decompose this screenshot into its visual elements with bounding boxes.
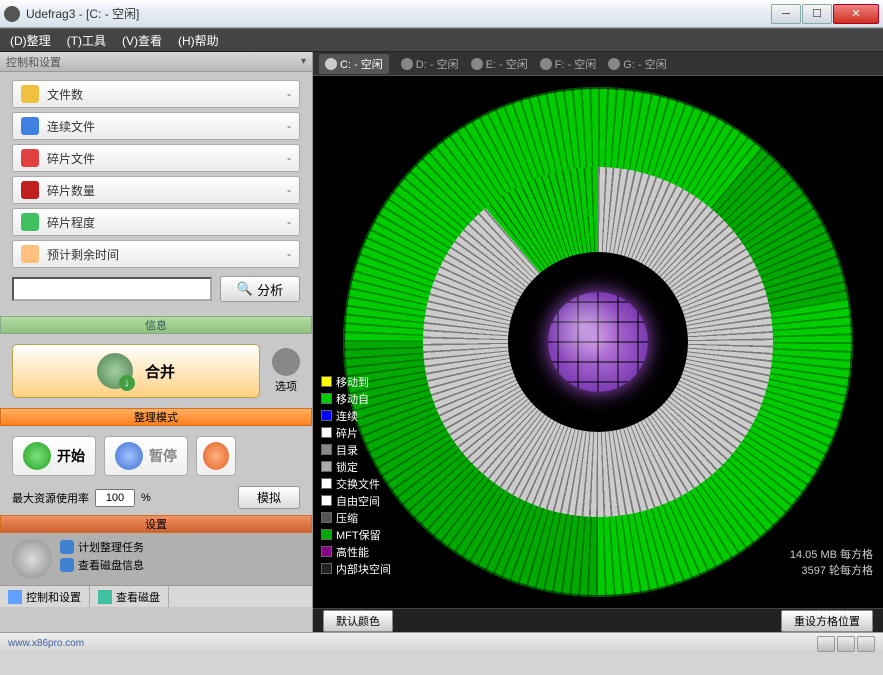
drive-icon bbox=[608, 58, 620, 70]
legend-swatch bbox=[321, 478, 332, 489]
fragfiles-icon bbox=[21, 149, 39, 167]
viewdisk-tab-icon bbox=[98, 590, 112, 604]
maximize-button[interactable]: ☐ bbox=[802, 4, 832, 24]
pause-button[interactable]: 暂停 bbox=[104, 436, 188, 476]
window-title: Udefrag3 - [C: - 空闲] bbox=[26, 5, 771, 22]
legend-swatch bbox=[321, 410, 332, 421]
legend-swatch bbox=[321, 495, 332, 506]
legend-swatch bbox=[321, 563, 332, 574]
legend-swatch bbox=[321, 546, 332, 557]
menu-help[interactable]: (H)帮助 bbox=[178, 32, 219, 49]
minimize-button[interactable]: ─ bbox=[771, 4, 801, 24]
app-icon bbox=[4, 6, 20, 22]
sidebar: 控制和设置 ▾ 文件数- 连续文件- 碎片文件- 碎片数量- 碎片程度- 预计剩… bbox=[0, 52, 313, 632]
status-icons bbox=[817, 636, 875, 652]
tab-control[interactable]: 控制和设置 bbox=[0, 586, 90, 607]
control-tab-icon bbox=[8, 590, 22, 604]
menu-tools[interactable]: (T)工具 bbox=[67, 32, 106, 49]
legend-swatch bbox=[321, 461, 332, 472]
legend-swatch bbox=[321, 427, 332, 438]
mode-section-label: 整理模式 bbox=[0, 408, 312, 426]
schedule-viewdisk[interactable]: 查看磁盘信息 bbox=[60, 557, 144, 573]
start-button[interactable]: 开始 bbox=[12, 436, 96, 476]
stat-eta[interactable]: 预计剩余时间- bbox=[12, 240, 300, 268]
main-bottom-bar: 默认颜色 重设方格位置 bbox=[313, 608, 883, 632]
files-icon bbox=[21, 85, 39, 103]
task-icon bbox=[60, 540, 74, 554]
info-section-label: 信息 bbox=[0, 316, 312, 334]
contig-icon bbox=[21, 117, 39, 135]
schedule-section: 计划整理任务 查看磁盘信息 bbox=[0, 533, 312, 585]
legend-swatch bbox=[321, 376, 332, 387]
merge-button[interactable]: 合并 bbox=[12, 344, 260, 398]
stop-button[interactable] bbox=[196, 436, 236, 476]
stat-files[interactable]: 文件数- bbox=[12, 80, 300, 108]
resource-pct: % bbox=[141, 492, 151, 504]
status-icon[interactable] bbox=[837, 636, 855, 652]
status-url[interactable]: www.x86pro.com bbox=[8, 638, 84, 649]
menu-defrag[interactable]: (D)整理 bbox=[10, 32, 51, 49]
magnifier-icon: 🔍 bbox=[237, 281, 253, 297]
stat-fraglevel[interactable]: 碎片程度- bbox=[12, 208, 300, 236]
resource-input[interactable] bbox=[95, 489, 135, 507]
panel-header[interactable]: 控制和设置 ▾ bbox=[0, 52, 312, 72]
disk-visualization[interactable]: 移动到 移动自 连续 碎片 目录 锁定 交换文件 自由空间 压缩 MFT保留 高… bbox=[313, 76, 883, 608]
status-icon[interactable] bbox=[857, 636, 875, 652]
titlebar: Udefrag3 - [C: - 空闲] ─ ☐ ✕ bbox=[0, 0, 883, 28]
stat-fragfiles[interactable]: 碎片文件- bbox=[12, 144, 300, 172]
search-input[interactable] bbox=[12, 277, 212, 301]
legend-swatch bbox=[321, 393, 332, 404]
drive-icon bbox=[540, 58, 552, 70]
menu-view[interactable]: (V)查看 bbox=[122, 32, 162, 49]
collapse-icon: ▾ bbox=[301, 56, 306, 67]
simulate-button[interactable]: 模拟 bbox=[238, 486, 300, 509]
settings-section-label: 设置 bbox=[0, 515, 312, 533]
drive-icon bbox=[471, 58, 483, 70]
analyze-button[interactable]: 🔍分析 bbox=[220, 276, 300, 302]
drive-icon bbox=[401, 58, 413, 70]
legend-swatch bbox=[321, 444, 332, 455]
legend-swatch bbox=[321, 529, 332, 540]
drive-icon bbox=[325, 58, 337, 70]
statusbar: www.x86pro.com bbox=[0, 632, 883, 654]
drive-tab-c[interactable]: C: - 空闲 bbox=[319, 54, 389, 74]
viewdisk-icon bbox=[60, 558, 74, 572]
tab-viewdisk[interactable]: 查看磁盘 bbox=[90, 586, 169, 607]
fragcount-icon bbox=[21, 181, 39, 199]
main-area: C: - 空闲 D: - 空闲 E: - 空闲 F: - 空闲 G: - 空闲 … bbox=[313, 52, 883, 632]
close-button[interactable]: ✕ bbox=[833, 4, 879, 24]
drive-tab-e[interactable]: E: - 空闲 bbox=[471, 56, 528, 72]
menubar: (D)整理 (T)工具 (V)查看 (H)帮助 bbox=[0, 28, 883, 52]
resource-label: 最大资源使用率 bbox=[12, 490, 89, 506]
schedule-icon bbox=[12, 539, 52, 579]
stat-contiguous[interactable]: 连续文件- bbox=[12, 112, 300, 140]
options-button[interactable]: 选项 bbox=[272, 348, 300, 394]
stat-fragcount[interactable]: 碎片数量- bbox=[12, 176, 300, 204]
merge-icon bbox=[97, 353, 133, 389]
schedule-task[interactable]: 计划整理任务 bbox=[60, 539, 144, 555]
disk-info: 14.05 MB 每方格 3597 轮每方格 bbox=[790, 546, 873, 578]
drive-tab-d[interactable]: D: - 空闲 bbox=[401, 56, 459, 72]
eta-icon bbox=[21, 245, 39, 263]
pause-icon bbox=[115, 442, 143, 470]
disk-center-orb bbox=[548, 292, 648, 392]
reset-position-button[interactable]: 重设方格位置 bbox=[781, 610, 873, 632]
drive-tab-f[interactable]: F: - 空闲 bbox=[540, 56, 597, 72]
legend-swatch bbox=[321, 512, 332, 523]
play-icon bbox=[23, 442, 51, 470]
legend: 移动到 移动自 连续 碎片 目录 锁定 交换文件 自由空间 压缩 MFT保留 高… bbox=[321, 374, 391, 578]
drive-tabs: C: - 空闲 D: - 空闲 E: - 空闲 F: - 空闲 G: - 空闲 bbox=[313, 52, 883, 76]
fraglevel-icon bbox=[21, 213, 39, 231]
default-color-button[interactable]: 默认颜色 bbox=[323, 610, 393, 632]
stop-icon bbox=[203, 442, 229, 470]
options-icon bbox=[272, 348, 300, 376]
status-icon[interactable] bbox=[817, 636, 835, 652]
drive-tab-g[interactable]: G: - 空闲 bbox=[608, 56, 666, 72]
sidebar-tabs: 控制和设置 查看磁盘 bbox=[0, 585, 312, 607]
